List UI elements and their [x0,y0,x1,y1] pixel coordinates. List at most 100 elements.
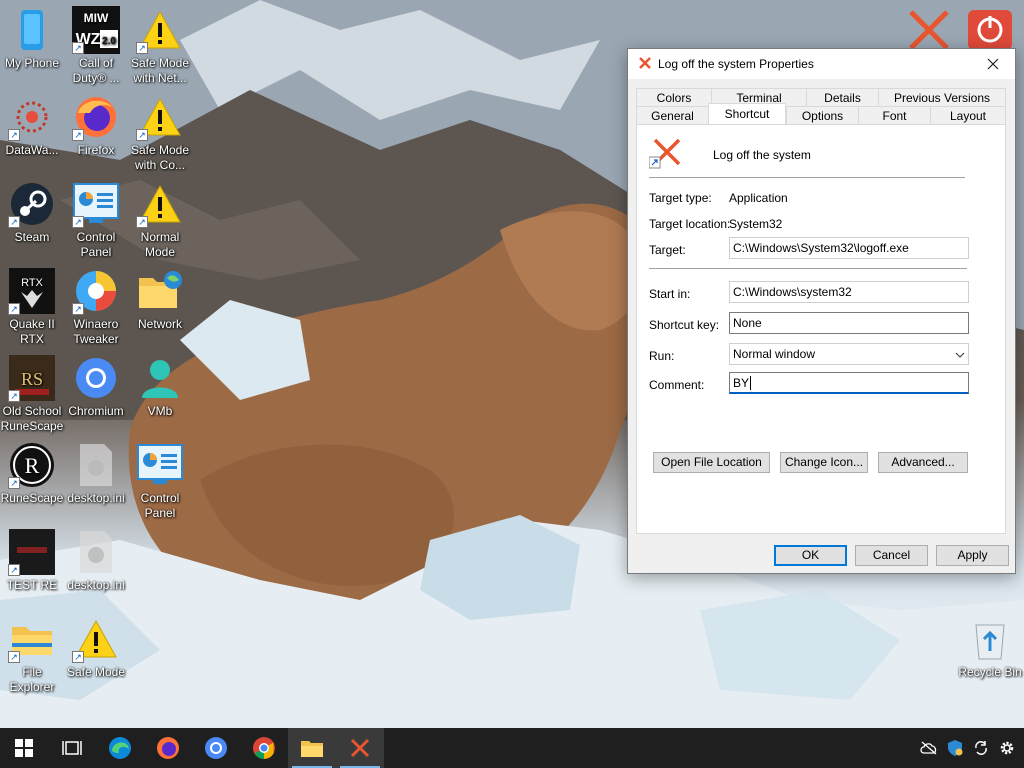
start-button[interactable] [0,728,48,768]
desktop-icon-safe-mode-with-networking[interactable]: ↗ Safe Mode with Net... [128,6,192,86]
ok-button[interactable]: OK [774,545,847,566]
taskbar-chrome[interactable] [240,728,288,768]
firefox-icon [157,737,179,759]
desktop-icon-control-panel-2[interactable]: Control Panel [128,441,192,521]
desktop-icon-label: Firefox [77,143,115,157]
target-type-value: Application [729,191,788,205]
shortcut-arrow-icon: ↗ [8,303,20,315]
apply-button[interactable]: Apply [936,545,1009,566]
tab-shortcut[interactable]: Shortcut [708,103,786,124]
desktop-icon-recycle-bin[interactable]: Recycle Bin [958,615,1022,680]
shortcut-arrow-icon: ↗ [8,390,20,402]
tab-details[interactable]: Details [806,88,878,106]
desktop-icon-test-re[interactable]: ↗ TEST RE [0,528,64,593]
edge-icon [109,737,131,759]
desktop-icon-vmb[interactable]: VMb [128,354,192,419]
start-in-input[interactable]: C:\Windows\system32 [729,281,969,303]
shortcut-arrow-icon: ↗ [72,216,84,228]
rtx-text: RTX [21,277,43,289]
settings-file-icon [72,441,120,489]
close-icon [987,58,999,70]
desktop-icon-label: DataWa... [5,143,59,157]
task-view-button[interactable] [48,728,96,768]
desktop-icon-safe-mode[interactable]: ↗ Safe Mode [64,615,128,680]
steam-icon: ↗ [8,180,56,228]
run-select-value: Normal window [733,347,816,361]
desktop-icon-label: File Explorer [9,665,55,694]
taskbar-chromium[interactable] [192,728,240,768]
open-file-location-button[interactable]: Open File Location [653,452,770,473]
desktop-icon-datawa[interactable]: ↗ DataWa... [0,93,64,158]
desktop-icon-chromium[interactable]: Chromium [64,354,128,419]
run-select[interactable]: Normal window [729,343,969,365]
cloud-offline-icon[interactable] [920,739,938,757]
taskbar-logoff-properties[interactable] [336,728,384,768]
desktop-icon-label: Quake II RTX [9,317,55,346]
tab-layout[interactable]: Layout [930,106,1006,124]
taskbar-file-explorer[interactable] [288,728,336,768]
taskbar [0,728,1024,768]
desktop-icon-network[interactable]: Network [128,267,192,332]
desktop-icon-label: Winaero Tweaker [73,317,119,346]
rs-text: RS [21,369,43,389]
desktop-icon-quake-ii-rtx[interactable]: RTX ↗ Quake II RTX [0,267,64,347]
desktop-icon-label: desktop.ini [67,578,125,592]
desktop-icon-runescape[interactable]: R ↗ RuneScape [0,441,64,506]
shortcut-arrow-icon: ↗ [8,651,20,663]
chromium-icon [205,737,227,759]
desktop-icon-old-school-runescape[interactable]: RS ↗ Old School RuneScape [0,354,64,434]
quake-icon: RTX ↗ [8,267,56,315]
shortcut-key-input[interactable]: None [729,312,969,334]
desktop-icon-label: Safe Mode [66,665,126,679]
desktop-icon-winaero-tweaker[interactable]: ↗ Winaero Tweaker [64,267,128,347]
phone-icon [8,6,56,54]
desktop-icon-file-explorer[interactable]: ↗ File Explorer [0,615,64,695]
tab-options[interactable]: Options [786,106,858,124]
settings-file-icon [72,528,120,576]
mw-text: MIW [84,11,109,25]
tab-previous-versions[interactable]: Previous Versions [878,88,1006,106]
taskbar-edge[interactable] [96,728,144,768]
separator [649,268,967,269]
desktop-icon-normal-mode[interactable]: ↗ Normal Mode [128,180,192,260]
advanced-button[interactable]: Advanced... [878,452,968,473]
sync-icon[interactable] [972,739,990,757]
desktop-icon-safe-mode-with-command[interactable]: ↗ Safe Mode with Co... [128,93,192,173]
cancel-button[interactable]: Cancel [855,545,928,566]
desktop-icon-firefox[interactable]: ↗ Firefox [64,93,128,158]
tab-colors[interactable]: Colors [636,88,711,106]
logoff-x-icon [350,738,370,758]
taskbar-firefox[interactable] [144,728,192,768]
user-icon [136,354,184,402]
shortcut-arrow-icon: ↗ [8,564,20,576]
winaero-tweaker-icon: ↗ [72,267,120,315]
desktop-icon-steam[interactable]: ↗ Steam [0,180,64,245]
shortcut-arrow-icon: ↗ [72,651,84,663]
desktop-icon-desktop-ini-2[interactable]: desktop.ini [64,528,128,593]
shortcut-arrow-icon: ↗ [136,42,148,54]
svg-text:R: R [25,453,40,478]
tab-general[interactable]: General [636,106,708,124]
gear-icon[interactable] [998,739,1016,757]
comment-text: BY [733,376,750,390]
change-icon-button[interactable]: Change Icon... [780,452,868,473]
dialog-title: Log off the system Properties [658,57,814,71]
shortcut-arrow-icon: ↗ [136,216,148,228]
desktop-icon-my-phone[interactable]: My Phone [0,6,64,71]
desktop-icon-desktop-ini-1[interactable]: desktop.ini [64,441,128,506]
desktop-icon-label: desktop.ini [67,491,125,505]
dialog-titlebar[interactable]: Log off the system Properties [628,49,1015,79]
desktop-icon-label: TEST RE [6,578,58,592]
comment-input[interactable]: BY [729,372,969,394]
test-re-icon: ↗ [8,528,56,576]
logoff-x-icon [638,56,652,73]
close-button[interactable] [971,49,1015,79]
security-shield-icon[interactable] [946,739,964,757]
desktop-icon-label: Recycle Bin [958,665,1022,679]
target-input[interactable]: C:\Windows\System32\logoff.exe [729,237,969,259]
desktop-icon-call-of-duty[interactable]: MIW WZ 2.0 ↗ Call of Duty® ... [64,6,128,86]
start-in-label: Start in: [649,287,691,301]
desktop-icon-control-panel[interactable]: ↗ Control Panel [64,180,128,260]
runescape-icon: R ↗ [8,441,56,489]
tab-font[interactable]: Font [858,106,930,124]
